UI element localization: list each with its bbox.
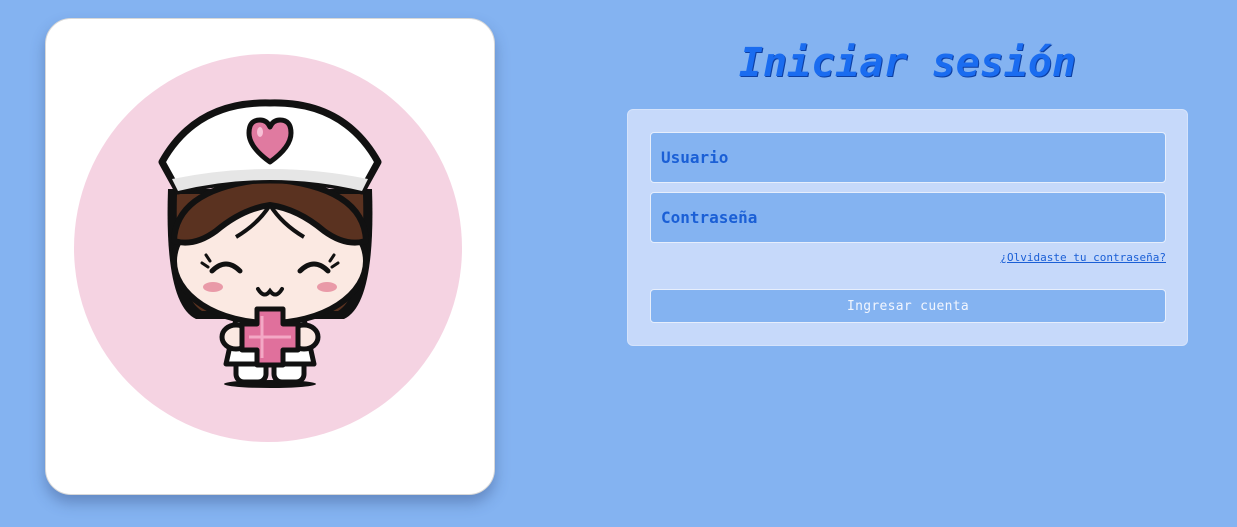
login-form: ¿Olvidaste tu contraseña? Ingresar cuent… [627, 109, 1188, 346]
page-title: Iniciar sesión [738, 40, 1077, 86]
login-page: Iniciar sesión ¿Olvidaste tu contraseña?… [0, 0, 1237, 527]
password-input[interactable] [650, 192, 1166, 243]
login-button[interactable]: Ingresar cuenta [650, 289, 1166, 323]
forgot-password-link[interactable]: ¿Olvidaste tu contraseña? [1000, 251, 1166, 264]
illustration-card [45, 18, 495, 495]
nurse-avatar-icon [74, 54, 462, 442]
username-input[interactable] [650, 132, 1166, 183]
